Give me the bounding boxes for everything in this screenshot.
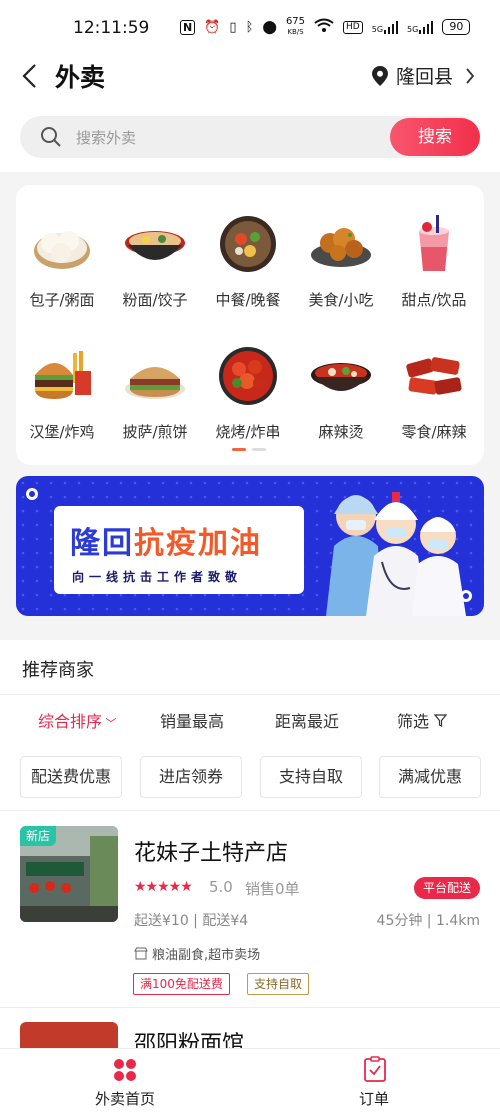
category-label: 美食/小吃 <box>308 291 374 309</box>
category-label: 烧烤/炸串 <box>215 423 281 441</box>
network-speed: 675 KB/S <box>285 16 306 37</box>
category-label: 中餐/晚餐 <box>215 291 281 309</box>
alarm-icon: ⏰ <box>204 19 221 35</box>
noodle-bowl-icon <box>125 231 185 260</box>
shop-name[interactable]: 邵阳粉面馆 <box>134 1026 244 1048</box>
promo-tag: 满100免配送费 <box>133 973 230 995</box>
vibrate-icon: ▯ <box>229 19 237 35</box>
sort-sales[interactable]: 销量最高 <box>160 708 224 732</box>
category-label: 汉堡/炸鸡 <box>29 423 95 441</box>
category-label: 零食/麻辣 <box>401 423 467 441</box>
category-label: 粉面/饺子 <box>122 291 188 309</box>
signal-icon-2: 5G <box>407 20 434 34</box>
grid-home-icon <box>114 1059 136 1081</box>
signal-icon-1: 5G <box>372 20 399 34</box>
medical-workers-illustration <box>326 492 466 616</box>
location-label: 隆回县 <box>396 66 454 88</box>
filter-coupon[interactable]: 进店领券 <box>140 756 242 798</box>
category-item[interactable]: 甜点/饮品 <box>389 213 479 310</box>
sort-distance[interactable]: 距离最近 <box>275 708 339 732</box>
pickup-tag: 支持自取 <box>247 973 310 995</box>
page-indicator <box>232 448 266 451</box>
location-icon: ⬤ <box>262 19 277 35</box>
clipboard-check-icon <box>364 1056 386 1082</box>
category-label: 甜点/饮品 <box>401 291 467 309</box>
shop-name: 花妹子土特产店 <box>134 841 289 866</box>
category-item[interactable]: 中餐/晚餐 <box>203 213 293 310</box>
filter-self-pickup[interactable]: 支持自取 <box>260 756 362 798</box>
promo-banner[interactable]: 隆回抗疫加油 向一线抗击工作者致敬 <box>16 476 484 616</box>
category-item[interactable]: 汉堡/炸鸡 <box>17 345 107 442</box>
shop-category: 粮油副食,超市卖场 <box>134 944 260 963</box>
banner-card: 隆回抗疫加油 向一线抗击工作者致敬 <box>54 506 304 594</box>
category-label: 麻辣烫 <box>318 423 364 441</box>
category-item[interactable]: 烧烤/炸串 <box>203 345 293 442</box>
category-item[interactable]: 包子/粥面 <box>17 213 107 310</box>
banner-subline: 向一线抗击工作者致敬 <box>72 570 243 584</box>
platform-delivery-badge: 平台配送 <box>414 877 480 899</box>
crayfish-icon <box>219 347 277 405</box>
tab-home-label[interactable]: 外卖首页 <box>95 1088 155 1109</box>
flatbread-icon <box>125 367 185 399</box>
bluetooth-icon: ᛒ <box>245 19 254 35</box>
chevron-down-icon: ﹀ <box>102 717 117 730</box>
section-title: 推荐商家 <box>22 660 94 681</box>
category-item[interactable]: 零食/麻辣 <box>389 345 479 442</box>
spicy-soup-icon <box>311 363 371 391</box>
banner-headline: 隆回抗疫加油 <box>70 526 262 561</box>
category-label: 披萨/煎饼 <box>122 423 188 441</box>
drink-cup-icon <box>419 215 449 271</box>
delivery-fee: 起送¥10 | 配送¥4 <box>134 913 249 929</box>
burger-icon <box>35 351 91 399</box>
filter-icon <box>433 714 448 727</box>
back-button[interactable] <box>20 62 38 96</box>
nfc-icon: N <box>180 19 196 35</box>
filter-full-reduction[interactable]: 满减优惠 <box>379 756 481 798</box>
map-pin-icon <box>372 65 388 86</box>
status-icons: N ⏰ ▯ ᛒ ⬤ 675 KB/S HD 5G 5G 90 <box>180 16 471 37</box>
category-item[interactable]: 披萨/煎饼 <box>110 345 200 442</box>
tab-orders[interactable] <box>363 1056 387 1086</box>
virus-icon <box>26 488 38 500</box>
tab-orders-label[interactable]: 订单 <box>359 1088 389 1109</box>
status-time: 12:11:59 <box>73 18 150 38</box>
divider <box>0 694 500 695</box>
fried-chicken-icon <box>311 228 371 267</box>
chevron-right-icon <box>466 67 475 84</box>
category-grid: 包子/粥面 粉面/饺子 中餐/晚餐 美食/小吃 甜点/饮品 汉堡/炸鸡 披萨/煎… <box>16 185 484 465</box>
sort-filter[interactable]: 筛选 <box>397 708 448 732</box>
category-item[interactable]: 粉面/饺子 <box>110 213 200 310</box>
chevron-left-icon <box>22 64 36 88</box>
battery-icon: 90 <box>442 19 471 35</box>
category-label: 包子/粥面 <box>29 291 95 309</box>
search-button[interactable]: 搜索 <box>390 118 480 156</box>
sales-count: 销售0单 <box>245 880 300 898</box>
category-item[interactable]: 麻辣烫 <box>296 345 386 442</box>
filter-delivery-discount[interactable]: 配送费优惠 <box>20 756 122 798</box>
hotpot-icon <box>220 216 276 272</box>
hd-icon: HD <box>343 20 363 34</box>
steamed-bun-icon <box>34 231 90 269</box>
wifi-icon <box>314 18 334 37</box>
spicy-snack-icon <box>406 357 462 395</box>
star-rating: ★★★★★ <box>134 879 193 895</box>
delivery-time-distance: 45分钟 | 1.4km <box>376 913 480 929</box>
page-title: 外卖 <box>55 63 106 92</box>
search-icon <box>41 127 61 147</box>
rating-value: 5.0 <box>209 878 233 896</box>
tab-bar <box>0 1048 500 1117</box>
category-item[interactable]: 美食/小吃 <box>296 213 386 310</box>
store-icon <box>134 947 148 960</box>
search-placeholder: 搜索外卖 <box>76 129 137 147</box>
divider <box>0 1007 500 1008</box>
tab-home[interactable] <box>113 1058 137 1086</box>
location-selector[interactable]: 隆回县 <box>372 62 475 89</box>
sort-comprehensive[interactable]: 综合排序 ﹀ <box>38 708 117 732</box>
new-shop-badge: 新店 <box>20 826 56 846</box>
